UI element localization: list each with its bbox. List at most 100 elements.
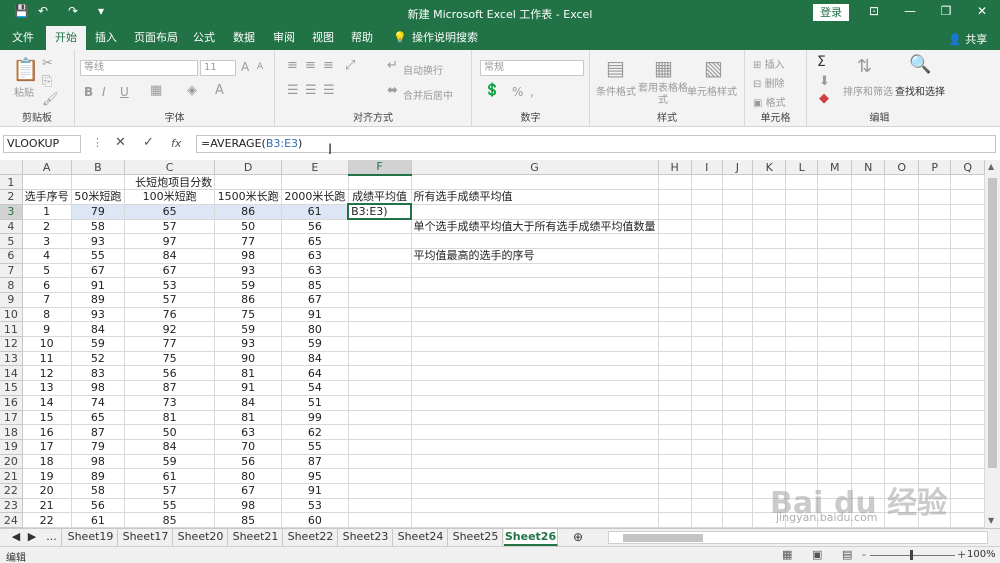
- cell-n3[interactable]: [851, 204, 886, 220]
- cell-f14[interactable]: [348, 365, 412, 382]
- horizontal-scrollbar[interactable]: [608, 531, 988, 544]
- formula-input[interactable]: =AVERAGE(B3:E3): [196, 135, 996, 153]
- font-color-icon[interactable]: A: [215, 83, 224, 98]
- cell-h11[interactable]: [658, 321, 692, 338]
- cell-f18[interactable]: [348, 424, 412, 440]
- next-sheet-icon[interactable]: ▶: [26, 529, 38, 546]
- cell-p1[interactable]: [918, 174, 952, 190]
- cell-n2[interactable]: [851, 189, 886, 205]
- column-header-b[interactable]: B: [71, 160, 126, 176]
- row-header[interactable]: 7: [0, 263, 23, 279]
- currency-icon[interactable]: 💲: [484, 83, 500, 98]
- cell-i16[interactable]: [691, 395, 723, 411]
- maximize-button[interactable]: ❐: [934, 4, 958, 18]
- cell-m16[interactable]: [817, 395, 853, 411]
- normal-view-icon[interactable]: ▦: [782, 548, 792, 561]
- cell-b1[interactable]: [71, 174, 126, 190]
- page-layout-view-icon[interactable]: ▣: [812, 548, 822, 561]
- find-select-button[interactable]: 查找和选择: [895, 83, 945, 98]
- cell-m8[interactable]: [817, 277, 853, 293]
- cell-m11[interactable]: [817, 321, 853, 338]
- cell-m1[interactable]: [817, 174, 853, 190]
- cell-h3[interactable]: [658, 204, 692, 220]
- cell-a16[interactable]: 14: [22, 395, 72, 411]
- cell-l4[interactable]: [785, 219, 819, 235]
- cell-q19[interactable]: [950, 439, 985, 455]
- zoom-slider-knob[interactable]: [910, 550, 913, 560]
- cell-j5[interactable]: [722, 233, 754, 249]
- cell-p11[interactable]: [918, 321, 952, 338]
- cell-c7[interactable]: 67: [124, 263, 216, 279]
- autosum-icon[interactable]: Σ: [817, 54, 826, 70]
- bold-button[interactable]: B: [84, 85, 93, 99]
- cell-q21[interactable]: [950, 468, 985, 484]
- cell-c22[interactable]: 57: [124, 483, 216, 499]
- zoom-out-button[interactable]: -: [862, 548, 866, 561]
- cell-p6[interactable]: [918, 248, 952, 264]
- comma-button[interactable]: ,: [530, 85, 534, 99]
- cell-q1[interactable]: [950, 174, 985, 190]
- row-header[interactable]: 18: [0, 424, 23, 440]
- cell-b14[interactable]: 83: [71, 365, 126, 382]
- cell-a8[interactable]: 6: [22, 277, 72, 293]
- cell-l2[interactable]: [785, 189, 819, 205]
- cell-f24[interactable]: [348, 512, 412, 528]
- row-header[interactable]: 20: [0, 454, 23, 470]
- cell-o10[interactable]: [884, 307, 919, 323]
- row-header[interactable]: 23: [0, 498, 23, 514]
- close-button[interactable]: ✕: [970, 4, 994, 18]
- cell-q4[interactable]: [950, 219, 985, 235]
- cell-j17[interactable]: [722, 410, 754, 426]
- cell-g21[interactable]: [411, 468, 659, 484]
- cell-e15[interactable]: 54: [281, 380, 349, 396]
- cell-h7[interactable]: [658, 263, 692, 279]
- enter-icon[interactable]: ✓: [143, 135, 154, 150]
- cell-h4[interactable]: [658, 219, 692, 235]
- cell-d14[interactable]: 81: [214, 365, 283, 382]
- name-box[interactable]: VLOOKUP: [3, 135, 81, 153]
- row-header[interactable]: 17: [0, 410, 23, 426]
- scroll-down-icon[interactable]: ▼: [988, 516, 994, 525]
- cell-o16[interactable]: [884, 395, 919, 411]
- cell-n14[interactable]: [851, 365, 886, 382]
- cell-d17[interactable]: 81: [214, 410, 283, 426]
- cell-g11[interactable]: [411, 321, 659, 338]
- cell-d19[interactable]: 70: [214, 439, 283, 455]
- cell-b18[interactable]: 87: [71, 424, 126, 440]
- cell-l11[interactable]: [785, 321, 819, 338]
- cell-p9[interactable]: [918, 292, 952, 308]
- cell-l19[interactable]: [785, 439, 819, 455]
- cell-a4[interactable]: 2: [22, 219, 72, 235]
- tab-page-layout[interactable]: 页面布局: [130, 26, 182, 50]
- cell-d18[interactable]: 63: [214, 424, 283, 440]
- cell-c12[interactable]: 77: [124, 336, 216, 352]
- cell-p13[interactable]: [918, 351, 952, 367]
- cell-i17[interactable]: [691, 410, 723, 426]
- cell-e10[interactable]: 91: [281, 307, 349, 323]
- cell-b16[interactable]: 74: [71, 395, 126, 411]
- cell-e21[interactable]: 95: [281, 468, 349, 484]
- column-header-k[interactable]: K: [752, 160, 787, 176]
- cell-q8[interactable]: [950, 277, 985, 293]
- cell-p2[interactable]: [918, 189, 952, 205]
- sort-filter-button[interactable]: 排序和筛选: [843, 83, 893, 98]
- cell-g9[interactable]: [411, 292, 659, 308]
- tab-data[interactable]: 数据: [226, 26, 262, 50]
- sheet-tab-sheet26[interactable]: Sheet26: [504, 529, 558, 546]
- cell-i4[interactable]: [691, 219, 723, 235]
- cell-e4[interactable]: 56: [281, 219, 349, 235]
- cell-a19[interactable]: 17: [22, 439, 72, 455]
- cell-m19[interactable]: [817, 439, 853, 455]
- sheet-tab-sheet19[interactable]: Sheet19: [64, 529, 118, 546]
- row-header[interactable]: 8: [0, 277, 23, 293]
- cell-d22[interactable]: 67: [214, 483, 283, 499]
- cell-d24[interactable]: 85: [214, 512, 283, 528]
- cell-i5[interactable]: [691, 233, 723, 249]
- cell-h2[interactable]: [658, 189, 692, 205]
- cell-h22[interactable]: [658, 483, 692, 499]
- cell-n5[interactable]: [851, 233, 886, 249]
- conditional-format-button[interactable]: 条件格式: [596, 83, 636, 98]
- row-header[interactable]: 13: [0, 351, 23, 367]
- cell-e16[interactable]: 51: [281, 395, 349, 411]
- cell-l20[interactable]: [785, 454, 819, 470]
